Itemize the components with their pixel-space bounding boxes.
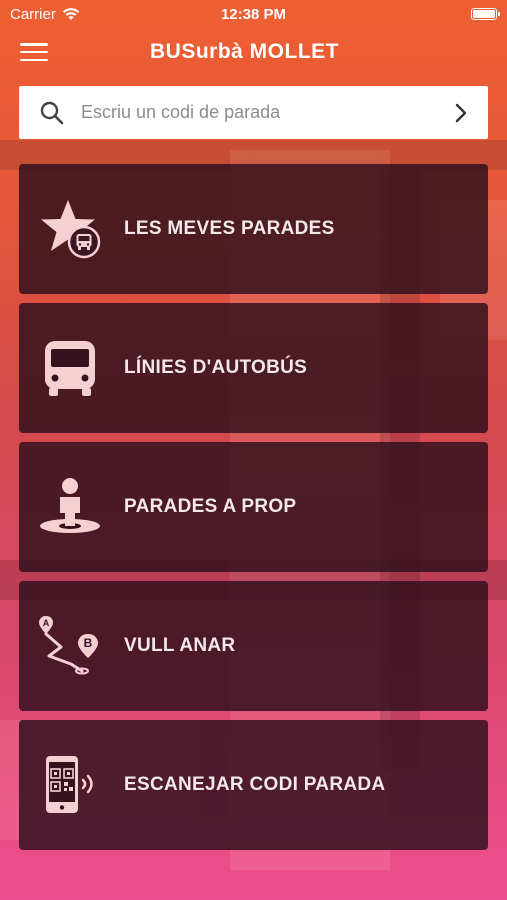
menu-item-nearby-stops[interactable]: PARADES A PROP xyxy=(19,442,488,572)
star-bus-icon xyxy=(38,197,102,261)
app-title: BUSurbà MOLLET xyxy=(150,40,339,63)
bus-icon xyxy=(38,336,102,400)
status-bar: Carrier 12:38 PM xyxy=(0,0,507,28)
main-menu: LES MEVES PARADES LÍNIES D'AUTOBÚS PARAD xyxy=(19,164,488,859)
menu-item-bus-lines[interactable]: LÍNIES D'AUTOBÚS xyxy=(19,303,488,433)
wifi-icon xyxy=(62,8,80,20)
marker-a-label: A xyxy=(43,618,50,628)
stop-code-input[interactable] xyxy=(81,102,450,123)
menu-item-my-stops[interactable]: LES MEVES PARADES xyxy=(19,164,488,294)
chevron-right-icon[interactable] xyxy=(450,102,472,124)
menu-item-label: LÍNIES D'AUTOBÚS xyxy=(124,357,308,378)
search-icon xyxy=(40,101,64,124)
person-location-icon xyxy=(38,475,102,539)
carrier-label: Carrier xyxy=(10,5,56,23)
menu-item-label: VULL ANAR xyxy=(124,635,236,656)
menu-item-label: PARADES A PROP xyxy=(124,496,297,517)
menu-item-route-planner[interactable]: A B VULL ANAR xyxy=(19,581,488,711)
menu-item-label: LES MEVES PARADES xyxy=(124,218,335,239)
battery-icon xyxy=(471,8,500,20)
stop-code-search-bar xyxy=(19,86,488,139)
marker-b-label: B xyxy=(84,636,93,650)
route-a-to-b-icon: A B xyxy=(38,614,102,678)
menu-item-scan-stop-code[interactable]: ESCANEJAR CODI PARADA xyxy=(19,720,488,850)
nav-bar: BUSurbà MOLLET xyxy=(0,28,507,76)
qr-phone-icon xyxy=(38,753,102,817)
menu-item-label: ESCANEJAR CODI PARADA xyxy=(124,774,386,795)
